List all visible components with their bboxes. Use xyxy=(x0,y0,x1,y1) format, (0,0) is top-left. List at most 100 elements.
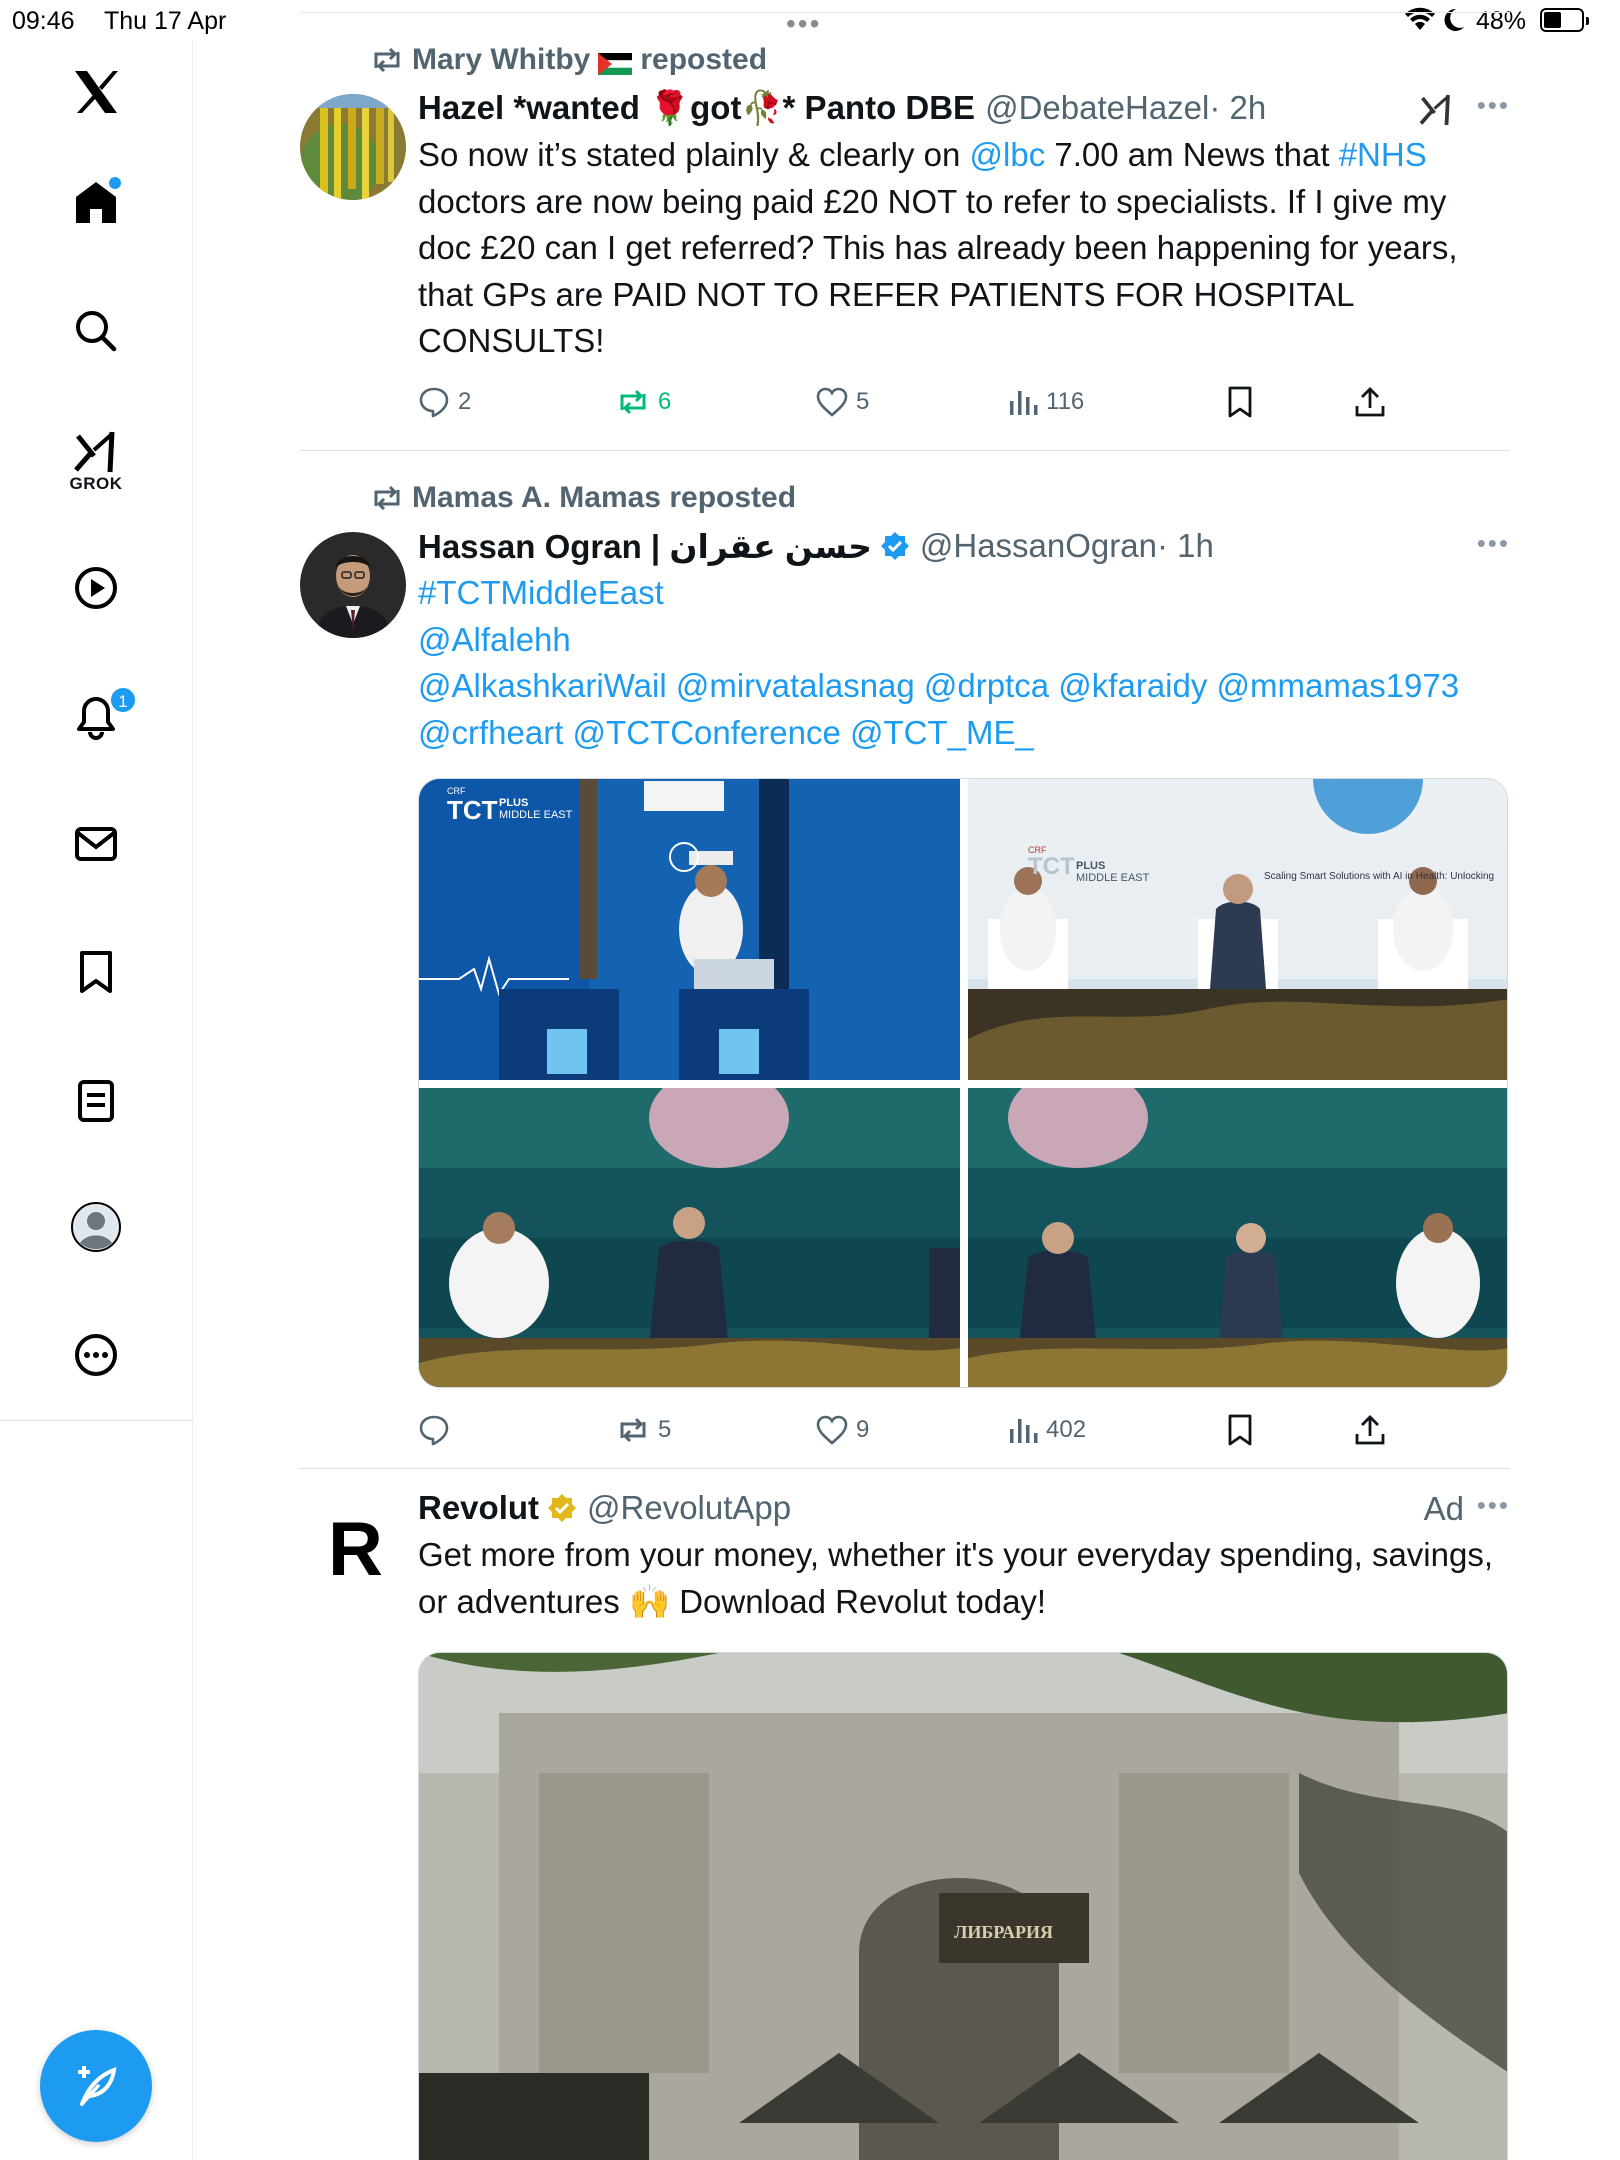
views-icon xyxy=(1010,1419,1038,1443)
media-grid[interactable]: TCT PLUS MIDDLE EAST CRF TCT PLUS MIDDLE… xyxy=(418,778,1508,1388)
mentions-line[interactable]: @AlkashkariWail @mirvatalasnag @drptca @… xyxy=(418,663,1500,710)
top-divider xyxy=(300,12,1510,13)
mention-link[interactable]: @lbc xyxy=(970,136,1046,173)
notifications-badge: 1 xyxy=(109,686,137,714)
reply-count: 2 xyxy=(458,388,472,415)
profile-icon[interactable] xyxy=(59,1190,133,1264)
sidebar-nav: GROK 1 xyxy=(0,40,193,2160)
sidebar-divider xyxy=(0,1420,193,1421)
notifications-icon[interactable]: 1 xyxy=(59,680,137,754)
repost-icon xyxy=(374,485,400,511)
grok-label: GROK xyxy=(69,474,123,493)
reply-button[interactable]: 2 xyxy=(418,382,471,422)
views-icon xyxy=(1010,391,1038,415)
repost-button[interactable]: 6 xyxy=(616,382,671,422)
unread-dot xyxy=(109,177,121,189)
repost-user: Mamas A. Mamas reposted xyxy=(412,481,797,514)
like-button[interactable]: 9 xyxy=(816,1410,869,1450)
tweet[interactable]: Mary Whitby reposted Hazel *wanted 🌹got🥀… xyxy=(300,36,1510,446)
x-logo-icon[interactable] xyxy=(59,55,133,129)
verified-badge-icon xyxy=(880,532,909,560)
repost-context[interactable]: Mamas A. Mamas reposted xyxy=(370,480,796,516)
avatar[interactable] xyxy=(300,94,406,200)
views-button[interactable]: 116 xyxy=(1008,382,1084,422)
compose-post-button[interactable] xyxy=(40,2030,152,2142)
reply-button[interactable] xyxy=(418,1410,458,1450)
repost-context[interactable]: Mary Whitby reposted xyxy=(370,42,767,78)
promoted-tweet[interactable]: R Revolut @RevolutApp Ad ••• Get more fr… xyxy=(300,1486,1510,2160)
feather-plus-icon xyxy=(78,2066,117,2106)
hashtag-link[interactable]: #NHS xyxy=(1339,136,1427,173)
tweet-header: Revolut @RevolutApp Ad ••• xyxy=(418,1488,1510,1528)
crf-text: CRF xyxy=(1028,845,1047,855)
handle[interactable]: @HassanOgran xyxy=(920,527,1157,565)
tct-logo-text: TCT xyxy=(1028,853,1075,880)
avatar[interactable] xyxy=(300,532,406,638)
display-name[interactable]: Revolut xyxy=(418,1489,539,1527)
mentions-line[interactable]: @crfheart @TCTConference @TCT_ME_ xyxy=(418,710,1500,757)
reply-icon xyxy=(419,387,449,418)
tweet-divider xyxy=(300,1468,1510,1469)
more-options-icon[interactable]: ••• xyxy=(1477,90,1510,121)
ad-image[interactable]: ЛИБРАРИЯ xyxy=(418,1652,1508,2160)
photo-panel-wide[interactable] xyxy=(419,1088,960,1387)
more-options-icon[interactable]: ••• xyxy=(1477,1490,1510,1521)
palestine-flag-icon xyxy=(598,49,633,75)
bookmark-icon xyxy=(1228,386,1252,418)
like-count: 5 xyxy=(856,388,870,415)
hashtag-link[interactable]: #TCTMiddleEast xyxy=(418,570,1500,617)
bookmark-icon[interactable] xyxy=(59,935,133,1009)
share-button[interactable] xyxy=(1354,382,1386,422)
repost-suffix: reposted xyxy=(640,43,768,76)
photo-panel-discussion[interactable]: TCT PLUS MIDDLE EAST CRF Scaling Smart S… xyxy=(968,779,1507,1080)
bookmark-button[interactable] xyxy=(1226,1410,1254,1450)
bookmark-button[interactable] xyxy=(1226,382,1254,422)
grok-explain-icon[interactable] xyxy=(1418,92,1454,128)
text-part: doctors are now being paid £20 NOT to re… xyxy=(418,182,1458,360)
tct-logo-text: TCT xyxy=(447,795,498,825)
photo-speaker-podium[interactable]: TCT PLUS MIDDLE EAST CRF xyxy=(419,779,960,1080)
lists-icon[interactable] xyxy=(59,1064,133,1138)
repost-button[interactable]: 5 xyxy=(616,1410,671,1450)
ad-label: Ad xyxy=(1423,1490,1464,1527)
mail-icon[interactable] xyxy=(59,807,133,881)
tweet-divider xyxy=(300,450,1510,451)
views-button[interactable]: 402 xyxy=(1008,1410,1086,1450)
repost-icon xyxy=(374,47,400,73)
timestamp[interactable]: · 1h xyxy=(1157,527,1214,565)
tweet-header: Hassan Ogran | حسن عقران @HassanOgran · … xyxy=(418,526,1510,566)
share-button[interactable] xyxy=(1354,1410,1386,1450)
search-icon[interactable] xyxy=(59,294,133,368)
more-circle-icon[interactable] xyxy=(59,1318,133,1392)
tct-middle-east-text: MIDDLE EAST xyxy=(1076,872,1150,884)
repost-icon xyxy=(620,1417,646,1443)
revolut-logo[interactable]: R xyxy=(300,1488,406,1594)
timestamp[interactable]: · 2h xyxy=(1209,89,1266,127)
home-icon[interactable] xyxy=(59,165,133,239)
handle[interactable]: @DebateHazel xyxy=(985,89,1209,127)
tweet-text: So now it’s stated plainly & clearly on … xyxy=(418,132,1500,365)
like-count: 9 xyxy=(856,1416,870,1443)
repost-user: Mary Whitby xyxy=(412,43,591,76)
handle[interactable]: @RevolutApp xyxy=(587,1489,791,1527)
grok-icon[interactable]: GROK xyxy=(59,420,133,520)
tct-plus-text: PLUS xyxy=(499,797,528,809)
action-bar: 2 6 5 116 xyxy=(418,382,1418,422)
revolut-logo-letter: R xyxy=(328,1507,383,1592)
display-name[interactable]: Hazel *wanted 🌹got🥀* Panto DBE xyxy=(418,89,975,128)
reply-icon xyxy=(419,1415,449,1446)
views-count: 402 xyxy=(1046,1416,1087,1443)
mention-link[interactable]: @Alfalehh xyxy=(418,617,1500,664)
text-part: So now it’s stated plainly & clearly on xyxy=(418,136,970,173)
action-bar: 5 9 402 xyxy=(418,1410,1418,1450)
tweet[interactable]: Mamas A. Mamas reposted Hassan Ogran | ح… xyxy=(300,474,1510,1464)
play-icon[interactable] xyxy=(59,551,133,625)
text-part: 7.00 am News that xyxy=(1045,136,1339,173)
tweet-text: #TCTMiddleEast @Alfalehh @AlkashkariWail… xyxy=(418,570,1500,756)
photo-panel-speakers[interactable] xyxy=(968,1088,1507,1387)
like-button[interactable]: 5 xyxy=(816,382,869,422)
more-options-icon[interactable]: ••• xyxy=(1477,528,1510,559)
verified-gold-badge-icon xyxy=(548,1494,577,1522)
shop-sign-text: ЛИБРАРИЯ xyxy=(954,1922,1053,1942)
display-name[interactable]: Hassan Ogran | حسن عقران xyxy=(418,527,872,566)
